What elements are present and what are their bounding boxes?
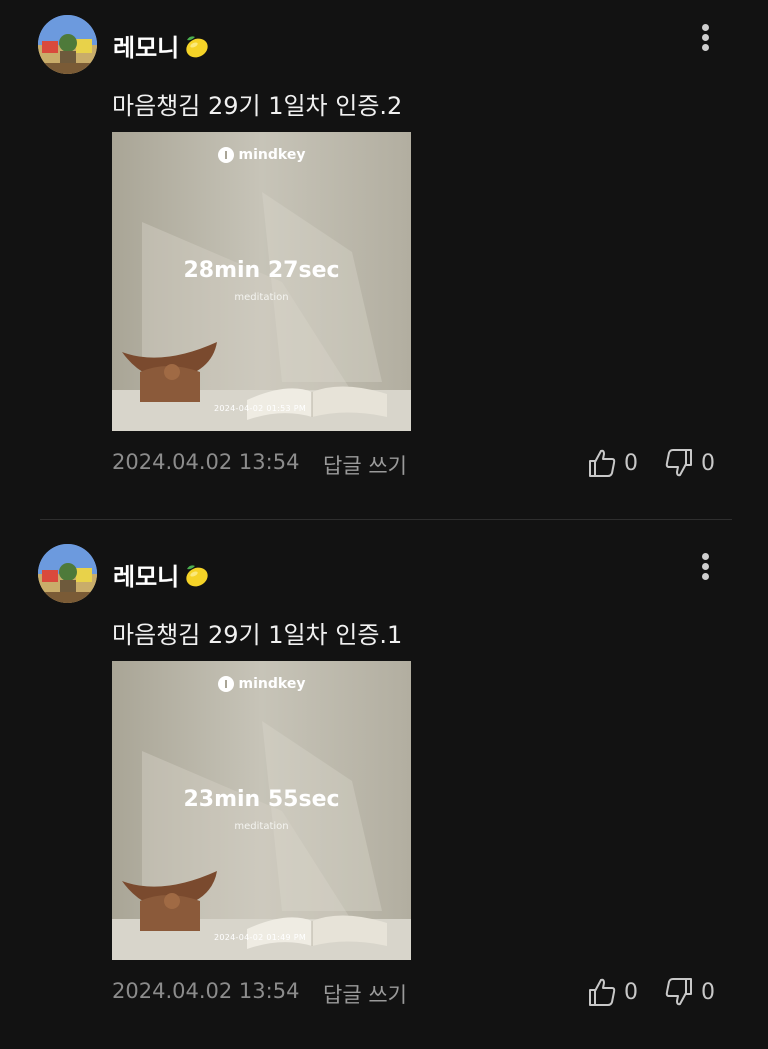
avatar[interactable] <box>38 544 97 603</box>
more-options-button[interactable] <box>696 551 716 583</box>
attached-image[interactable]: mindkey 23min 55sec meditation 2024-04-0… <box>112 661 411 960</box>
dot <box>702 44 709 51</box>
comment-item: 레모니 마음챙김 29기 1일차 인증.1 mindkey 23min 55se… <box>0 529 768 1049</box>
thumbs-down-icon <box>665 448 693 478</box>
image-timestamp: 2024-04-02 01:53 PM <box>214 404 307 413</box>
comment-text: 마음챙김 29기 1일차 인증.1 <box>112 621 403 649</box>
author-name[interactable]: 레모니 <box>113 28 211 63</box>
meditation-label: meditation <box>234 821 289 832</box>
dot <box>702 24 709 31</box>
dot <box>702 573 709 580</box>
dislike-button[interactable]: 0 <box>665 448 715 478</box>
more-options-button[interactable] <box>696 22 716 54</box>
image-timestamp: 2024-04-02 01:49 PM <box>214 933 307 942</box>
reply-button[interactable]: 답글 쓰기 <box>323 450 407 480</box>
meditation-label: meditation <box>234 292 289 303</box>
meditation-duration: 28min 27sec <box>183 258 340 283</box>
author-name[interactable]: 레모니 <box>113 557 211 592</box>
brand-logo: mindkey <box>112 676 411 692</box>
thumbs-down-icon <box>665 977 693 1007</box>
reply-button[interactable]: 답글 쓰기 <box>323 979 407 1009</box>
thumbs-up-icon <box>588 977 616 1007</box>
dot <box>702 563 709 570</box>
mindkey-logo-icon <box>217 676 234 692</box>
brand-name: mindkey <box>238 147 306 163</box>
lemon-icon <box>181 560 211 590</box>
comment-text: 마음챙김 29기 1일차 인증.2 <box>112 92 403 120</box>
dot <box>702 553 709 560</box>
meditation-duration: 23min 55sec <box>183 787 340 812</box>
attached-image[interactable]: mindkey 28min 27sec meditation 2024-04-0… <box>112 132 411 431</box>
dislike-count: 0 <box>701 450 715 476</box>
comment-date: 2024.04.02 13:54 <box>112 979 300 1003</box>
lemon-icon <box>181 31 211 61</box>
like-count: 0 <box>624 979 638 1005</box>
dot <box>702 34 709 41</box>
dislike-button[interactable]: 0 <box>665 977 715 1007</box>
thumbs-up-icon <box>588 448 616 478</box>
author-name-text: 레모니 <box>113 34 180 62</box>
dislike-count: 0 <box>701 979 715 1005</box>
comment-divider <box>40 519 732 520</box>
like-button[interactable]: 0 <box>588 448 638 478</box>
comment-item: 레모니 마음챙김 29기 1일차 인증.2 mindkey 28min 27se… <box>0 0 768 520</box>
like-button[interactable]: 0 <box>588 977 638 1007</box>
brand-name: mindkey <box>238 676 306 692</box>
avatar[interactable] <box>38 15 97 74</box>
comment-date: 2024.04.02 13:54 <box>112 450 300 474</box>
author-name-text: 레모니 <box>113 563 180 591</box>
brand-logo: mindkey <box>112 147 411 163</box>
mindkey-logo-icon <box>217 147 234 163</box>
like-count: 0 <box>624 450 638 476</box>
